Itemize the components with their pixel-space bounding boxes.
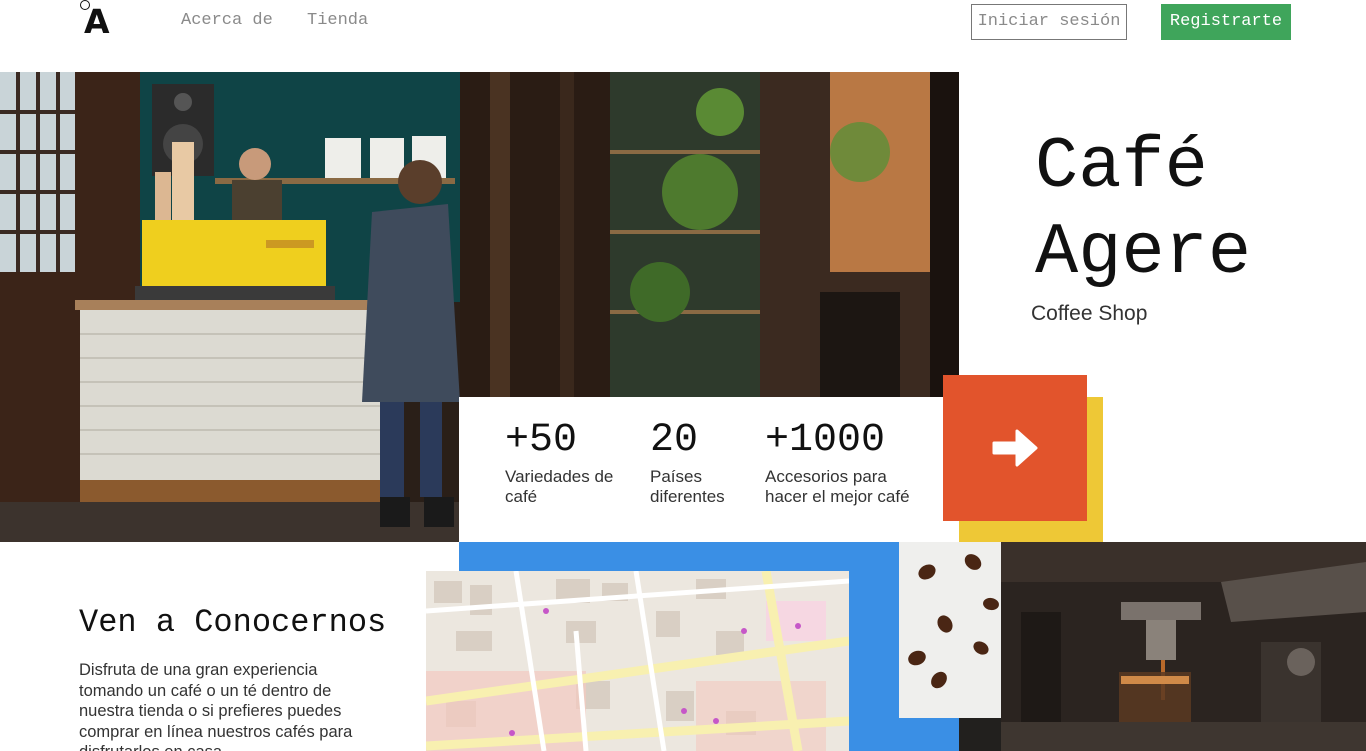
stats-panel: +50 Variedades de café 20 Países diferen… xyxy=(459,397,959,542)
visit-section-text: Disfruta de una gran experiencia tomando… xyxy=(79,661,353,751)
hero-title: Café Agere xyxy=(1035,124,1251,296)
stat-number: 20 xyxy=(650,418,699,463)
nav-link-store[interactable]: Tienda xyxy=(307,11,368,31)
location-map[interactable] xyxy=(426,571,849,751)
hero-title-line2: Agere xyxy=(1035,212,1252,294)
stat-countries: 20 Países diferentes xyxy=(650,417,725,507)
decorative-dark-strip xyxy=(959,718,1001,751)
cta-arrow-button[interactable] xyxy=(943,375,1087,521)
hero-title-line1: Café xyxy=(1035,126,1208,208)
coffee-beans-photo xyxy=(899,542,1001,718)
stat-number: +50 xyxy=(505,418,578,463)
visit-section-title: Ven a Conocernos xyxy=(79,604,387,641)
stat-label: diferentes xyxy=(650,487,725,506)
stat-label: Variedades de xyxy=(505,467,614,486)
hero-subtitle: Coffee Shop xyxy=(1031,302,1148,325)
stat-number: +1000 xyxy=(765,418,886,463)
stat-label: Países xyxy=(650,467,702,486)
stat-varieties: +50 Variedades de café xyxy=(505,417,613,507)
stat-label: hacer el mejor café xyxy=(765,487,910,506)
stat-accessories: +1000 Accesorios para hacer el mejor caf… xyxy=(765,417,910,507)
logo-letter: A xyxy=(84,2,110,41)
stat-label: Accesorios para xyxy=(765,467,887,486)
stat-label: café xyxy=(505,487,538,506)
register-button[interactable]: Registrarte xyxy=(1161,4,1291,40)
nav-link-about[interactable]: Acerca de xyxy=(181,11,273,31)
arrow-right-icon xyxy=(992,429,1038,467)
logo[interactable]: A xyxy=(78,0,118,40)
login-button[interactable]: Iniciar sesión xyxy=(971,4,1127,40)
espresso-machine-photo xyxy=(1001,542,1366,751)
